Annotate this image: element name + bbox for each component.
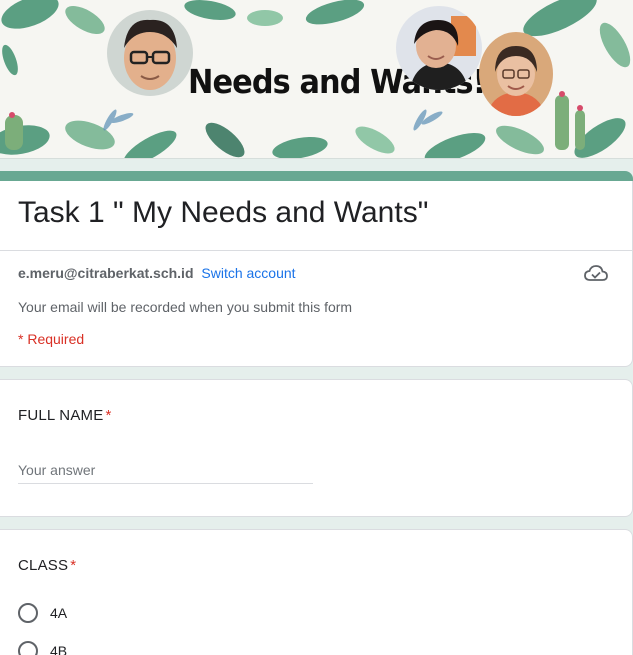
radio-button[interactable] xyxy=(18,641,38,655)
avatar-teacher-2 xyxy=(396,6,482,90)
account-email: e.meru@citraberkat.sch.id xyxy=(18,265,194,281)
required-asterisk: * xyxy=(105,407,112,424)
question-label-class: CLASS * xyxy=(18,557,76,574)
question-card-full-name xyxy=(0,379,633,517)
switch-account-link[interactable]: Switch account xyxy=(201,265,295,281)
form-title: Task 1 " My Needs and Wants" xyxy=(18,196,429,229)
question-title: FULL NAME xyxy=(18,407,104,424)
email-recorded-note: Your email will be recorded when you sub… xyxy=(18,299,353,315)
required-asterisk: * xyxy=(70,557,77,574)
question-title: CLASS xyxy=(18,557,69,574)
radio-button[interactable] xyxy=(18,603,38,623)
radio-option-label: 4B xyxy=(50,643,68,655)
required-note: * Required xyxy=(18,331,85,347)
title-divider xyxy=(0,250,633,251)
form-header-banner: Needs and Wants! xyxy=(0,0,633,159)
account-row: e.meru@citraberkat.sch.id Switch account xyxy=(18,265,296,281)
radio-option-4a[interactable]: 4A xyxy=(18,603,67,623)
title-accent-bar xyxy=(0,171,633,181)
full-name-input[interactable] xyxy=(18,456,313,484)
radio-option-4b[interactable]: 4B xyxy=(18,641,67,655)
avatar-teacher-3 xyxy=(479,32,553,116)
cloud-saved-icon xyxy=(584,263,608,285)
radio-option-label: 4A xyxy=(50,605,68,621)
question-card-class xyxy=(0,529,633,655)
question-label-full-name: FULL NAME * xyxy=(18,407,111,424)
avatar-teacher-1 xyxy=(107,10,193,96)
